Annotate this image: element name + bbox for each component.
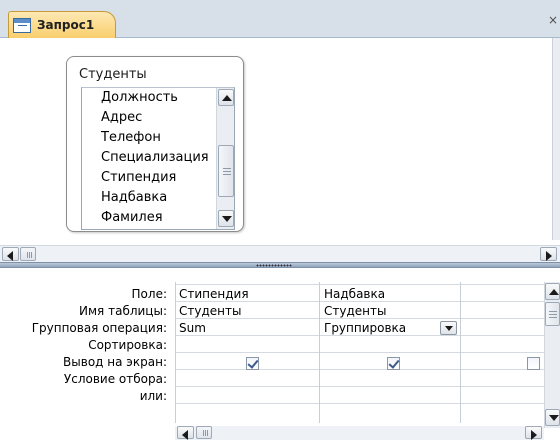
design-pane-vertical-scrollbar[interactable] — [552, 38, 560, 240]
scroll-down-button[interactable] — [218, 210, 234, 227]
grip-line — [223, 168, 231, 169]
grip-line — [223, 174, 231, 175]
row-label-or: или: — [139, 389, 167, 403]
document-tab-strip: Запрос1 × — [0, 0, 560, 38]
grid-cell-field[interactable]: Надбавка — [320, 286, 459, 303]
show-checkbox[interactable] — [527, 357, 540, 370]
chevron-down-icon — [445, 326, 453, 331]
field-list-item[interactable]: Стипендия — [82, 168, 217, 188]
grid-cell-table[interactable]: Студенты — [175, 303, 318, 320]
close-icon[interactable]: × — [548, 13, 558, 27]
field-list-item[interactable]: Фамилея — [82, 208, 217, 228]
arrow-left-icon — [7, 251, 13, 261]
grid-cell-table[interactable]: Студенты — [320, 303, 459, 320]
show-checkbox[interactable] — [246, 357, 259, 370]
grip-line — [549, 314, 557, 315]
grip-line — [31, 252, 32, 258]
show-checkbox[interactable] — [387, 357, 400, 370]
scroll-right-button[interactable] — [540, 247, 557, 261]
scroll-right-button[interactable] — [525, 426, 542, 440]
grip-line — [203, 430, 204, 436]
arrow-right-icon — [531, 430, 537, 440]
tab-query1[interactable]: Запрос1 — [8, 11, 116, 38]
grid-cell-or[interactable] — [175, 388, 318, 405]
row-label-sort: Сортировка: — [88, 338, 167, 352]
query-design-grid: Стипендия Студенты Sum Надбавка Студенты… — [175, 282, 544, 423]
row-label-table: Имя таблицы: — [79, 304, 167, 318]
arrow-up-icon — [549, 289, 559, 295]
query-grid-pane: Поле: Имя таблицы: Групповая операция: С… — [0, 268, 560, 440]
grip-line — [207, 430, 208, 436]
field-list: Должность Адрес Телефон Специализация Ст… — [81, 87, 235, 230]
design-pane-horizontal-scrollbar[interactable] — [0, 245, 560, 262]
grip-line — [223, 171, 231, 172]
grid-cell-criteria[interactable] — [461, 371, 541, 388]
arrow-down-icon — [549, 415, 559, 421]
scroll-down-button[interactable] — [545, 409, 560, 426]
grid-horizontal-scrollbar[interactable] — [175, 426, 544, 440]
table-field-list-window[interactable]: Студенты Должность Адрес Телефон Специал… — [66, 56, 244, 232]
grip-line — [27, 252, 28, 258]
grid-cell-criteria[interactable] — [175, 371, 318, 388]
grip-line — [205, 430, 206, 436]
row-label-group-op: Групповая операция: — [31, 321, 167, 335]
group-op-dropdown-button[interactable] — [440, 321, 457, 335]
grid-cell-or[interactable] — [320, 388, 459, 405]
arrow-right-icon — [546, 251, 552, 261]
scroll-thumb[interactable] — [545, 302, 560, 326]
field-list-item[interactable]: Должность — [82, 88, 217, 108]
grid-cell-criteria[interactable] — [320, 371, 459, 388]
grid-cell-sort[interactable] — [461, 337, 541, 354]
grid-cell-group-op[interactable]: Sum — [175, 320, 318, 337]
table-design-pane: Студенты Должность Адрес Телефон Специал… — [0, 38, 560, 262]
scroll-left-button[interactable] — [2, 247, 19, 261]
scroll-thumb[interactable] — [20, 247, 36, 261]
grip-line — [549, 317, 557, 318]
row-label-criteria: Условие отбора: — [63, 372, 167, 386]
grid-cell-field[interactable] — [461, 286, 541, 303]
grip-line — [549, 311, 557, 312]
tab-label: Запрос1 — [37, 18, 95, 32]
grid-row-show — [175, 353, 544, 370]
row-label-field: Поле: — [131, 287, 167, 301]
grid-cell-sort[interactable] — [175, 337, 318, 354]
grid-cell-sort[interactable] — [320, 337, 459, 354]
scroll-up-button[interactable] — [545, 283, 560, 300]
arrow-up-icon — [222, 95, 232, 101]
grid-cell-field[interactable]: Стипендия — [175, 286, 318, 303]
query-icon — [13, 17, 31, 33]
arrow-left-icon — [182, 430, 188, 440]
table-title[interactable]: Студенты — [79, 67, 147, 82]
field-list-item[interactable]: Специализация — [82, 148, 217, 168]
scroll-thumb[interactable] — [196, 426, 212, 439]
field-list-scrollbar[interactable] — [216, 88, 234, 229]
grid-cell-table[interactable] — [461, 303, 541, 320]
arrow-down-icon — [222, 216, 232, 222]
field-list-item[interactable]: Надбавка — [82, 188, 217, 208]
field-list-item[interactable]: Адрес — [82, 108, 217, 128]
splitter-grip[interactable] — [256, 264, 292, 267]
field-list-item[interactable]: Телефон — [82, 128, 217, 148]
grid-cell-group-op[interactable] — [461, 320, 541, 337]
row-label-show: Вывод на экран: — [63, 355, 167, 369]
grid-row-labels: Поле: Имя таблицы: Групповая операция: С… — [0, 286, 172, 405]
grid-cell-group-op[interactable]: Группировка — [320, 320, 440, 337]
scroll-up-button[interactable] — [218, 89, 234, 106]
grid-vertical-scrollbar[interactable] — [544, 282, 560, 428]
grid-cell-or[interactable] — [461, 388, 541, 405]
scroll-thumb[interactable] — [218, 145, 234, 197]
grip-line — [29, 252, 30, 258]
scroll-left-button[interactable] — [177, 426, 194, 440]
